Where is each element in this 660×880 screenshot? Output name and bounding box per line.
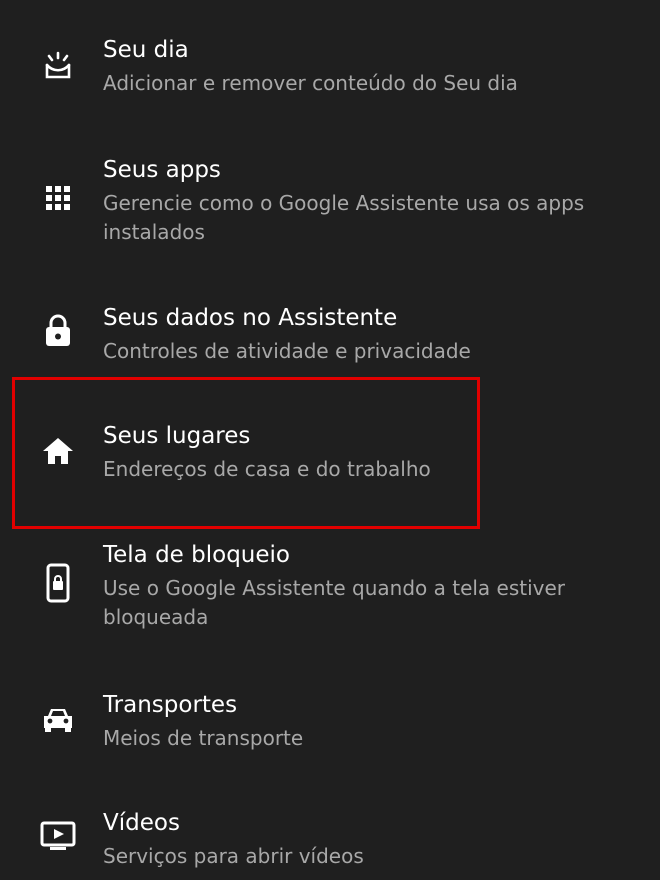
lock-icon [36,308,80,352]
item-title: Transportes [103,692,238,718]
item-title: Seu dia [103,37,189,63]
sunrise-icon [36,44,80,88]
car-icon [36,698,80,742]
settings-list: Seu dia Adicionar e remover conteúdo do … [0,0,660,880]
item-subtitle: Use o Google Assistente quando a tela es… [103,576,566,629]
home-icon [36,429,80,473]
phone-lock-icon [36,561,80,605]
apps-grid-icon [36,176,80,220]
item-title: Seus lugares [103,423,251,449]
item-title: Seus dados no Assistente [103,305,398,331]
item-subtitle: Endereços de casa e do trabalho [103,457,431,481]
item-subtitle: Meios de transporte [103,726,304,750]
settings-item-seu-dia[interactable]: Seu dia Adicionar e remover conteúdo do … [0,0,660,120]
settings-item-seus-apps[interactable]: Seus apps Gerencie como o Google Assiste… [0,120,660,270]
item-subtitle: Gerencie como o Google Assistente usa os… [103,191,585,244]
tv-play-icon [36,814,80,858]
item-subtitle: Controles de atividade e privacidade [103,339,471,363]
item-subtitle: Adicionar e remover conteúdo do Seu dia [103,71,518,95]
item-subtitle: Serviços para abrir vídeos [103,844,364,868]
settings-item-transportes[interactable]: Transportes Meios de transporte [0,679,660,797]
settings-item-tela-de-bloqueio[interactable]: Tela de bloqueio Use o Google Assistente… [0,529,660,679]
settings-item-seus-lugares[interactable]: Seus lugares Endereços de casa e do trab… [0,377,660,529]
item-title: Vídeos [103,810,180,836]
item-title: Tela de bloqueio [103,542,290,568]
item-title: Seus apps [103,157,221,183]
settings-item-videos[interactable]: Vídeos Serviços para abrir vídeos [0,797,660,880]
settings-item-seus-dados[interactable]: Seus dados no Assistente Controles de at… [0,270,660,377]
